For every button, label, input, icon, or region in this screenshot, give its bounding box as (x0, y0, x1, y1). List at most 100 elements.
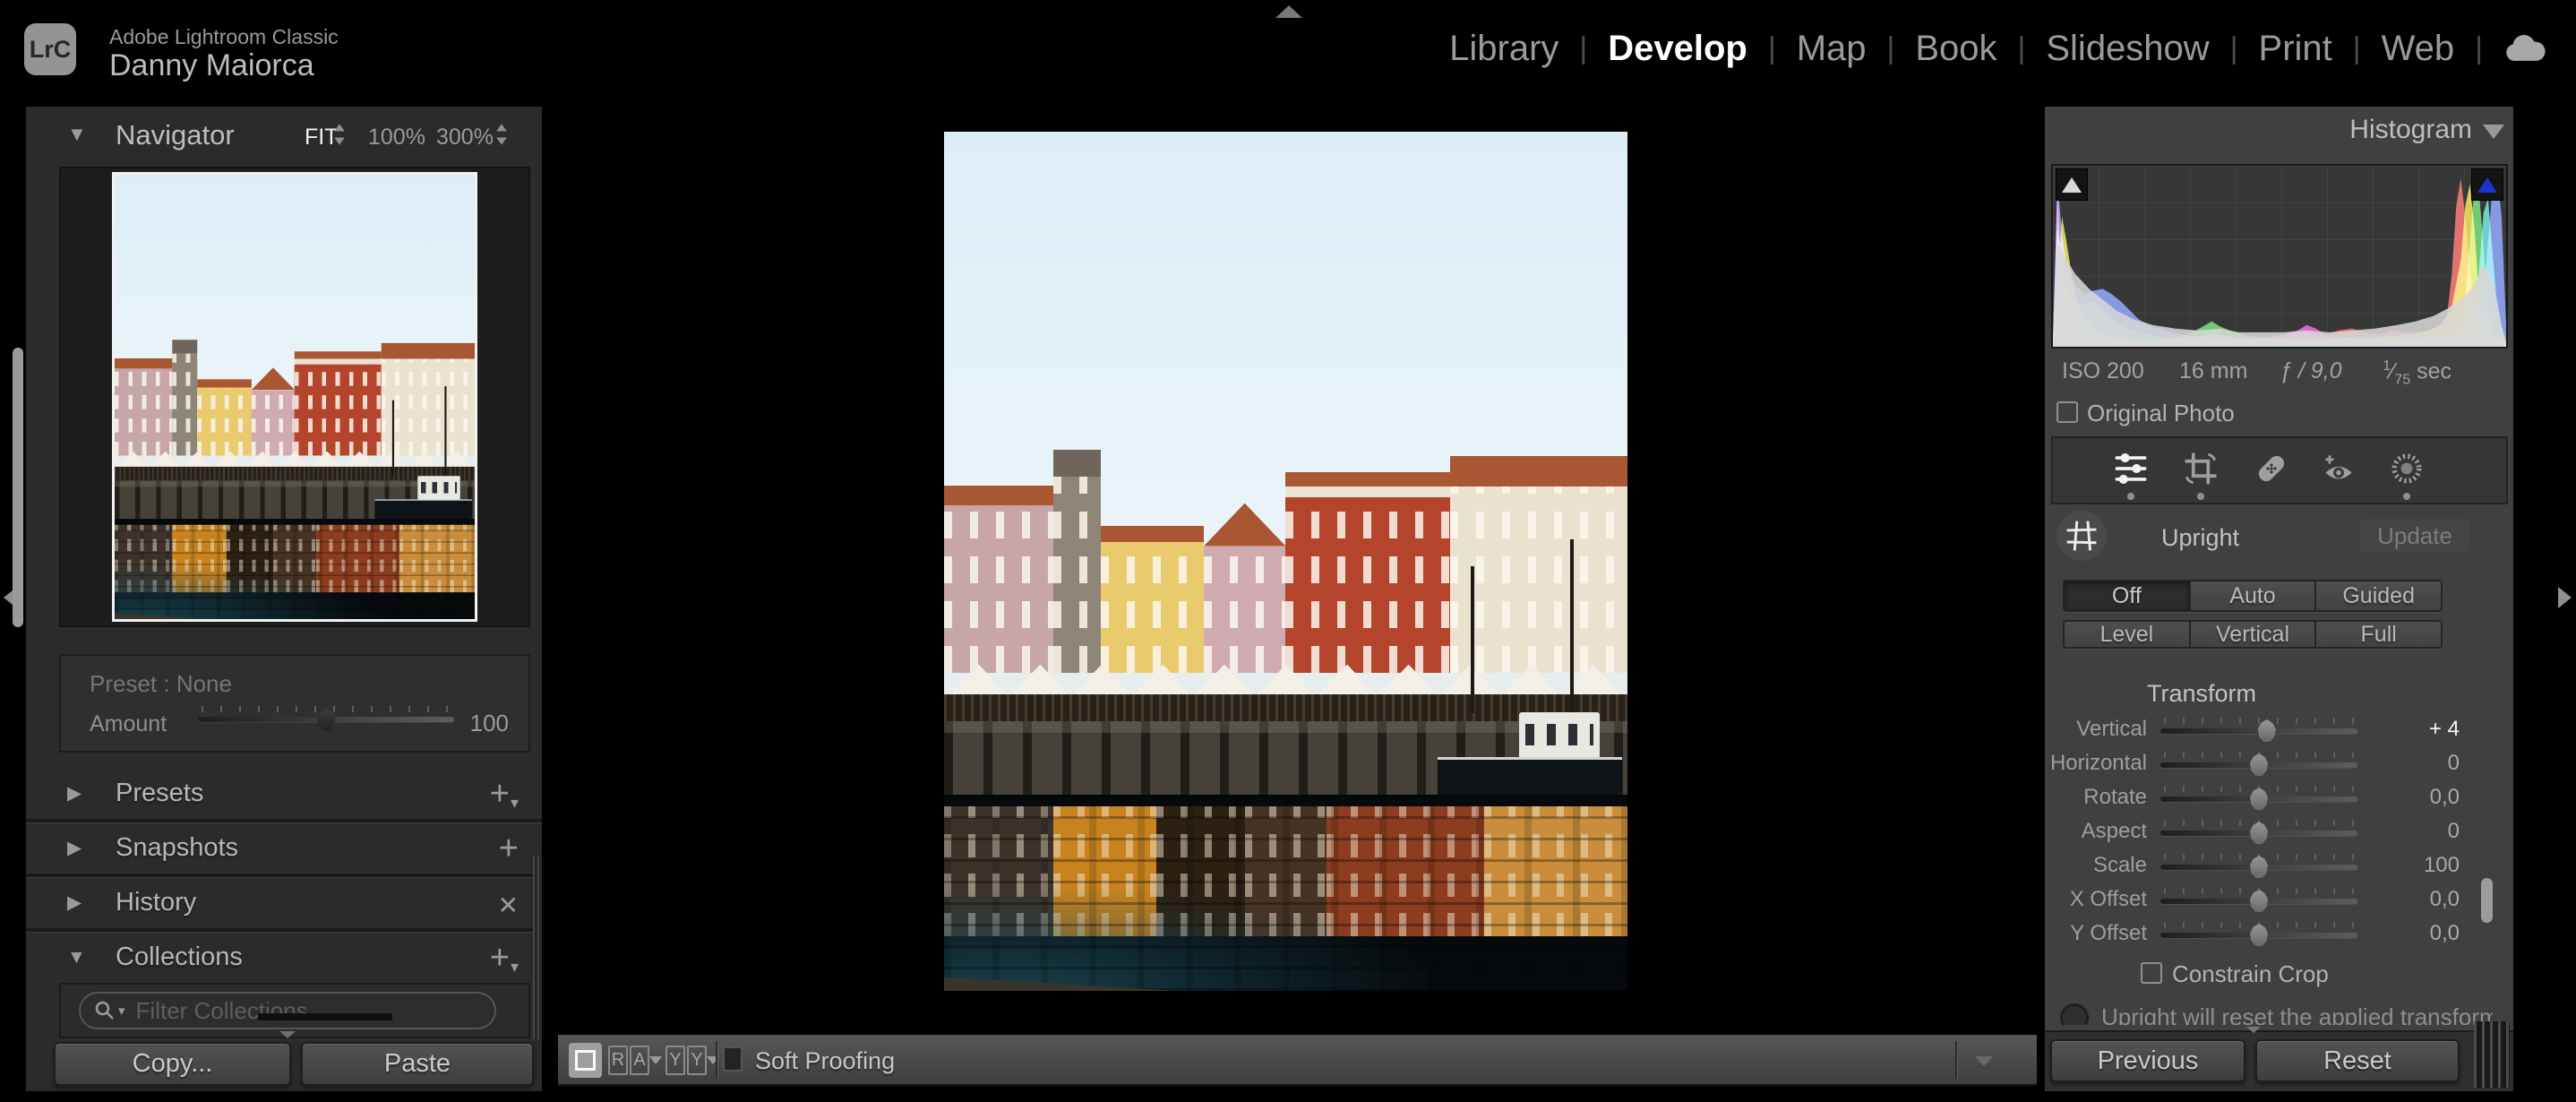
zoom-level-stepper-icon[interactable] (495, 123, 508, 146)
clear-history-icon[interactable]: ✕ (498, 886, 519, 920)
constrain-crop-checkbox[interactable] (2141, 962, 2162, 984)
slider-value-aspect[interactable]: 0 (2377, 819, 2460, 844)
histogram-box[interactable] (2051, 164, 2508, 349)
slider-vertical[interactable] (2160, 718, 2357, 741)
histogram-collapse-triangle-icon[interactable] (2483, 125, 2504, 139)
before-after-tb-button[interactable]: Y Y (665, 1046, 707, 1075)
search-options-chevron-icon[interactable]: ▾ (118, 1003, 125, 1019)
module-library[interactable]: Library (1449, 29, 1558, 69)
right-panel-end-triangle-icon[interactable] (2246, 1027, 2261, 1033)
exif-aperture: ƒ / 9,0 (2280, 358, 2342, 384)
right-panel-collapse-icon[interactable] (2558, 587, 2572, 608)
upright-vertical-button[interactable]: Vertical (2189, 622, 2315, 647)
module-print[interactable]: Print (2259, 29, 2332, 69)
slider-track-aspect[interactable] (2160, 831, 2357, 836)
panel-section-history[interactable]: ▶History✕ (26, 877, 542, 928)
left-panel-scroll-grip[interactable] (533, 856, 542, 1039)
amount-slider-track[interactable] (198, 717, 454, 722)
umbrella (1502, 665, 1561, 696)
slider-track-y-offset[interactable] (2160, 933, 2357, 938)
paste-button[interactable]: Paste (301, 1042, 534, 1086)
module-map[interactable]: Map (1797, 29, 1867, 69)
slider-value-vertical[interactable]: + 4 (2377, 717, 2460, 742)
module-separator: | (1887, 31, 1895, 66)
slider-aspect[interactable] (2160, 820, 2357, 843)
red-eye-tool-icon[interactable] (2319, 449, 2358, 488)
slider-y-offset[interactable] (2160, 922, 2357, 945)
original-photo-checkbox[interactable] (2057, 401, 2078, 423)
zoom-fit-stepper-icon[interactable] (333, 123, 346, 146)
slider-track-rotate[interactable] (2160, 796, 2357, 802)
slider-rotate[interactable] (2160, 786, 2357, 809)
amount-value[interactable]: 100 (470, 710, 509, 737)
slider-value-horizontal[interactable]: 0 (2377, 751, 2460, 776)
upright-full-button[interactable]: Full (2314, 622, 2441, 647)
basic-adjustments-tool-icon[interactable] (2111, 449, 2151, 488)
module-web[interactable]: Web (2382, 29, 2455, 69)
slider-horizontal[interactable] (2160, 752, 2357, 775)
upright-guided-button[interactable]: Guided (2314, 581, 2441, 610)
reset-button[interactable]: Reset (2255, 1039, 2460, 1082)
navigator-collapse-triangle-icon[interactable]: ▼ (67, 123, 87, 146)
panel-section-presets[interactable]: ▶Presets+▾ (26, 768, 542, 819)
add-icon[interactable]: + (499, 831, 519, 865)
slider-value-scale[interactable]: 100 (2377, 853, 2460, 878)
top-panel-collapse-icon[interactable] (1275, 5, 1302, 18)
zoom-300-button[interactable]: 300% (436, 125, 494, 151)
transform-sliders: Vertical+ 4Horizontal0Rotate0,0Aspect0Sc… (2045, 712, 2513, 951)
module-separator: | (2230, 31, 2238, 66)
right-scrollbar-thumb[interactable] (2481, 878, 2493, 923)
toolbar-options-chevron-icon[interactable] (1975, 1056, 1993, 1066)
copy-button[interactable]: Copy... (54, 1042, 291, 1086)
cloud-sync-icon[interactable] (2503, 34, 2546, 64)
left-panel-end-triangle-icon[interactable] (279, 1031, 296, 1038)
slider-track-scale[interactable] (2160, 865, 2357, 870)
module-book[interactable]: Book (1915, 29, 1996, 69)
add-icon[interactable]: +▾ (490, 941, 519, 975)
add-icon[interactable]: +▾ (490, 777, 519, 811)
upright-auto-button[interactable]: Auto (2189, 581, 2315, 610)
slider-scale[interactable] (2160, 854, 2357, 877)
upright-level-button[interactable]: Level (2065, 622, 2189, 647)
expand-triangle-icon[interactable]: ▶ (67, 782, 82, 805)
transform-panel-icon[interactable] (2057, 511, 2107, 561)
slider-track-horizontal[interactable] (2160, 762, 2357, 768)
shadow-clipping-indicator[interactable] (2056, 168, 2088, 201)
slider-value-y-offset[interactable]: 0,0 (2377, 921, 2460, 946)
crop-overlay-tool-icon[interactable] (2181, 449, 2220, 488)
before-after-lr-chevron-icon[interactable] (649, 1056, 662, 1064)
upright-update-button[interactable]: Update (2360, 519, 2469, 553)
amount-slider[interactable] (198, 706, 454, 729)
expand-triangle-icon[interactable]: ▶ (67, 891, 82, 914)
zoom-100-button[interactable]: 100% (368, 125, 425, 151)
upright-off-button[interactable]: Off (2065, 581, 2189, 610)
navigator-thumbnail[interactable] (112, 172, 477, 622)
healing-brush-tool-icon[interactable] (2252, 449, 2291, 488)
highlight-clipping-indicator[interactable] (2471, 168, 2503, 201)
module-slideshow[interactable]: Slideshow (2046, 29, 2209, 69)
amount-label: Amount (90, 711, 167, 737)
previous-button[interactable]: Previous (2050, 1039, 2245, 1082)
slider-value-x-offset[interactable]: 0,0 (2377, 887, 2460, 912)
before-after-lr-button[interactable]: R A (608, 1046, 649, 1075)
loupe-view-button[interactable] (569, 1043, 602, 1078)
filter-collections-input[interactable]: ▾ Filter Collections (79, 992, 496, 1029)
slider-track-vertical[interactable] (2160, 728, 2357, 734)
right-panel-scroll-grip[interactable] (2474, 1021, 2510, 1088)
after-cell-2: Y (687, 1046, 707, 1075)
slider-value-rotate[interactable]: 0,0 (2377, 785, 2460, 810)
slider-x-offset[interactable] (2160, 888, 2357, 911)
masking-tool-icon[interactable] (2387, 449, 2426, 488)
soft-proofing-checkbox[interactable] (723, 1046, 743, 1072)
panel-section-collections[interactable]: ▼Collections+▾ (26, 932, 542, 983)
umbrella (1072, 665, 1131, 696)
after-cell: A (630, 1046, 649, 1075)
panel-section-snapshots[interactable]: ▶Snapshots+ (26, 822, 542, 874)
left-scrollbar-thumb[interactable] (13, 348, 23, 627)
collapse-triangle-icon[interactable]: ▼ (67, 947, 86, 969)
buildings-row (115, 340, 475, 455)
umbrella (408, 452, 440, 468)
expand-triangle-icon[interactable]: ▶ (67, 837, 82, 859)
module-develop[interactable]: Develop (1608, 29, 1747, 69)
slider-track-x-offset[interactable] (2160, 899, 2357, 904)
